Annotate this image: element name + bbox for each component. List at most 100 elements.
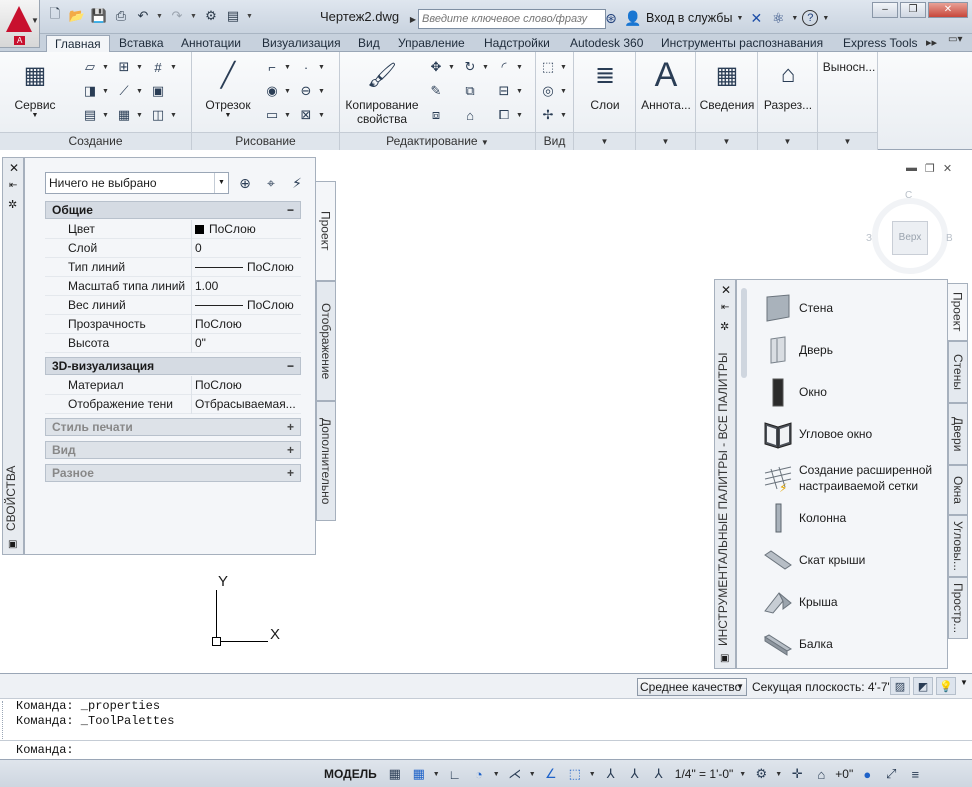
- rectangle-dropdown-icon[interactable]: ▼: [284, 112, 292, 119]
- mirror-icon[interactable]: ⧈: [426, 106, 446, 124]
- command-grip[interactable]: [2, 701, 6, 739]
- signin-dropdown-icon[interactable]: ▼: [736, 15, 743, 22]
- redo-icon[interactable]: ↷: [168, 8, 186, 24]
- tool-item-door[interactable]: Дверь: [761, 332, 941, 368]
- new-file-icon[interactable]: 🗋: [46, 6, 64, 24]
- array-dropdown-icon[interactable]: ▼: [516, 88, 524, 95]
- panel-layers-expand-icon[interactable]: ▼: [574, 132, 635, 150]
- status-more-icon[interactable]: ▼: [960, 678, 968, 687]
- hardware-acceleration-icon[interactable]: ●: [857, 764, 877, 784]
- panel-view-title[interactable]: Вид: [536, 132, 573, 150]
- view-cube-tool-icon[interactable]: ⬚: [538, 58, 558, 76]
- elevation-icon[interactable]: ⌂: [811, 764, 831, 784]
- object-snap-icon[interactable]: ⬚: [565, 764, 585, 784]
- prop-row-material[interactable]: Материал ПоСлою: [45, 376, 301, 395]
- toolpalette-close-icon[interactable]: ✕: [721, 283, 731, 297]
- tab-extended[interactable]: Дополнительно: [316, 401, 336, 521]
- move-icon[interactable]: ✥: [426, 58, 446, 76]
- application-menu-button[interactable]: ▼ A: [0, 0, 40, 48]
- tp-tab-doors[interactable]: Двери: [948, 403, 968, 465]
- move-dropdown-icon[interactable]: ▼: [448, 64, 456, 71]
- layers-button[interactable]: ≣ Слои: [580, 58, 630, 113]
- model-space-button[interactable]: МОДЕЛЬ: [320, 767, 381, 781]
- tp-tab-windows[interactable]: Окна: [948, 465, 968, 515]
- customization-menu-icon[interactable]: ≡: [905, 764, 925, 784]
- toolpalette-settings-icon[interactable]: ✲: [720, 320, 729, 333]
- toolpalette-autohide-icon[interactable]: ⇤: [721, 302, 729, 313]
- stair-tool-dropdown-icon[interactable]: ▼: [136, 88, 144, 95]
- stretch-icon[interactable]: ⌂: [460, 106, 480, 124]
- offset-dropdown-icon[interactable]: ▼: [516, 112, 524, 119]
- command-input[interactable]: [92, 742, 952, 758]
- grid-tool-dropdown-icon[interactable]: ▼: [170, 64, 178, 71]
- ellipse-dropdown-icon[interactable]: ▼: [318, 88, 326, 95]
- tab-display[interactable]: Отображение: [316, 281, 336, 401]
- selection-dropdown[interactable]: Ничего не выбрано ▼: [45, 172, 229, 194]
- fillet-dropdown-icon[interactable]: ▼: [516, 64, 524, 71]
- panel-annotation-expand-icon[interactable]: ▼: [636, 132, 695, 150]
- column-tool-icon[interactable]: ▣: [148, 82, 168, 100]
- polar-tracking-icon[interactable]: ◔: [469, 764, 489, 784]
- category-plot-style[interactable]: Стиль печати +: [45, 418, 301, 436]
- prop-row-linetype[interactable]: Тип линий ПоСлою: [45, 258, 301, 277]
- workspace-icon[interactable]: ⚙: [202, 8, 220, 24]
- category-general[interactable]: Общие −: [45, 201, 301, 219]
- toolpalette-titlebar[interactable]: ✕ ⇤ ✲ ИНСТРУМЕНТАЛЬНЫЕ ПАЛИТРЫ - ВСЕ ПАЛ…: [714, 279, 736, 669]
- undo-dropdown-icon[interactable]: ▼: [156, 13, 164, 20]
- array-icon[interactable]: ⊟: [494, 82, 514, 100]
- tp-tab-walls[interactable]: Стены: [948, 341, 968, 403]
- pan-dropdown-icon[interactable]: ▼: [560, 112, 568, 119]
- fullscreen-icon[interactable]: ⤢: [881, 764, 901, 784]
- exchange-icon[interactable]: ✕: [747, 9, 765, 27]
- network-dropdown-icon[interactable]: ▼: [791, 15, 798, 22]
- lightbulb-icon[interactable]: 💡: [936, 677, 956, 695]
- door-tool-dropdown-icon[interactable]: ▼: [102, 88, 110, 95]
- panel-modify-title[interactable]: Редактирование ▼: [340, 132, 535, 150]
- qat-customize-icon[interactable]: ▼: [246, 13, 254, 20]
- category-3d-visualization[interactable]: 3D-визуализация −: [45, 357, 301, 375]
- tool-item-custom-grid[interactable]: ⚡ Создание расширенной настраиваемой сет…: [761, 458, 941, 498]
- properties-autohide-icon[interactable]: ⇤: [9, 180, 17, 191]
- box-tool-dropdown-icon[interactable]: ▼: [170, 112, 178, 119]
- service-button[interactable]: ▦ Сервис ▼: [8, 58, 62, 120]
- tp-tab-spaces[interactable]: Простр...: [948, 577, 968, 639]
- fillet-icon[interactable]: ◜: [494, 58, 514, 76]
- tab-autodesk360[interactable]: Autodesk 360: [562, 35, 651, 52]
- print-icon[interactable]: ⎙: [112, 8, 130, 24]
- network-icon[interactable]: ⚛: [769, 9, 787, 27]
- polyline-icon[interactable]: ⌐: [262, 58, 282, 76]
- annotation-scale-value[interactable]: 1/4" = 1'-0": [673, 767, 736, 781]
- wall-tool-dropdown-icon[interactable]: ▼: [102, 64, 110, 71]
- undo-icon[interactable]: ↶: [134, 8, 152, 24]
- category-view[interactable]: Вид +: [45, 441, 301, 459]
- more-tabs-icon[interactable]: ▸▸: [926, 36, 937, 49]
- stair-tool-icon[interactable]: ⟋: [114, 82, 134, 100]
- expand-arrow-icon[interactable]: ▶: [408, 9, 418, 29]
- panel-info-expand-icon[interactable]: ▼: [696, 132, 757, 150]
- ortho-icon[interactable]: ∟: [445, 764, 465, 784]
- ribbon-options-icon[interactable]: ▭▾: [948, 34, 962, 45]
- prop-row-transparency[interactable]: Прозрачность ПоСлою: [45, 315, 301, 334]
- search-input[interactable]: [418, 9, 606, 29]
- line-button[interactable]: ╱ Отрезок ▼: [202, 58, 254, 120]
- match-properties-button[interactable]: 🖌 Копирование свойства: [344, 58, 420, 127]
- open-file-icon[interactable]: 📂: [68, 8, 86, 24]
- section-plane-value[interactable]: Секущая плоскость: 4'-7": [752, 680, 892, 694]
- slab-tool-dropdown-icon[interactable]: ▼: [136, 112, 144, 119]
- prop-row-color[interactable]: Цвет ПоСлою: [45, 220, 301, 239]
- window-tool-icon[interactable]: ▤: [80, 106, 100, 124]
- properties-titlebar[interactable]: ✕ ⇤ ✲ СВОЙСТВА ▣: [2, 157, 24, 555]
- polyline-dropdown-icon[interactable]: ▼: [284, 64, 292, 71]
- polar-dropdown-icon[interactable]: ▼: [493, 771, 501, 778]
- prop-row-lineweight[interactable]: Вес линий ПоСлою: [45, 296, 301, 315]
- restore-button[interactable]: ❐: [900, 2, 926, 18]
- callouts-button[interactable]: Выносн...: [820, 60, 878, 74]
- tool-item-column[interactable]: Колонна: [761, 500, 941, 536]
- toolpalette-scrollbar[interactable]: [741, 288, 747, 378]
- viewcube-east[interactable]: В: [946, 233, 953, 244]
- prop-row-layer[interactable]: Слой 0: [45, 239, 301, 258]
- annotation-scale-icon[interactable]: ⅄: [649, 764, 669, 784]
- properties-close-icon[interactable]: ✕: [9, 161, 19, 175]
- isodraft-icon[interactable]: ∠: [541, 764, 561, 784]
- annotation-visibility-icon[interactable]: ⅄: [601, 764, 621, 784]
